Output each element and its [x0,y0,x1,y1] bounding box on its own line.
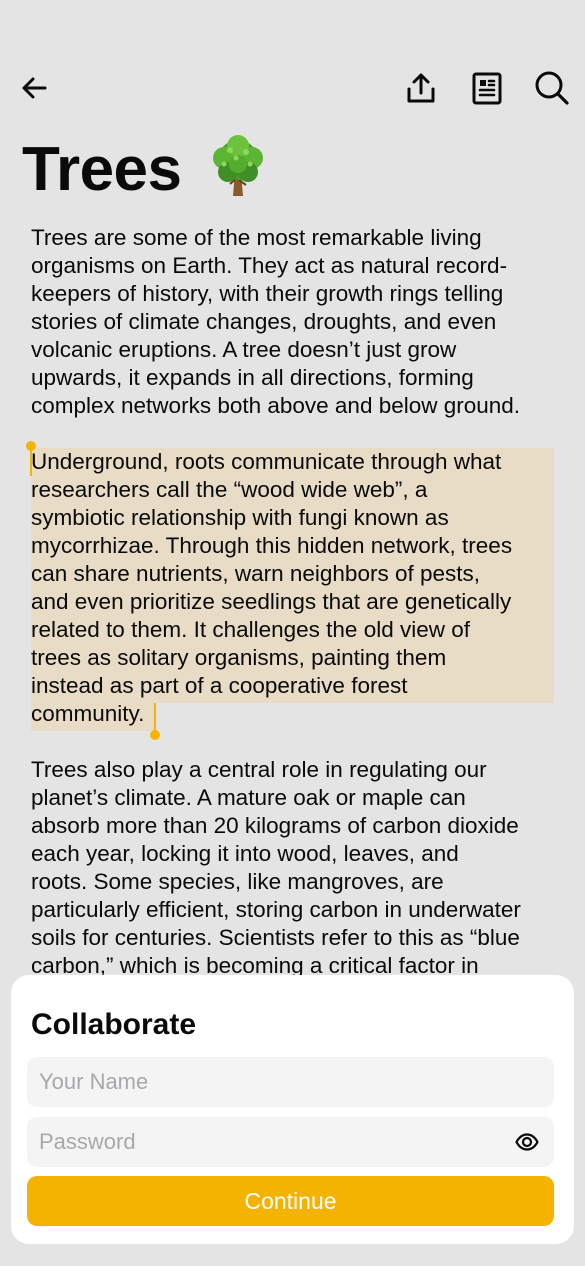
continue-button[interactable]: Continue [27,1176,554,1226]
notes-screen: Trees Trees are some of the most remarka… [0,0,585,1266]
top-toolbar [0,66,585,110]
search-icon [535,71,569,105]
back-arrow-icon [22,77,47,99]
selection-end-handle[interactable] [150,730,160,740]
password-field[interactable] [27,1117,554,1167]
tree-emoji-icon [213,135,263,196]
reader-button[interactable] [465,66,509,110]
collaborate-title: Collaborate [31,1008,197,1041]
back-button[interactable] [12,66,56,110]
note-title: Trees [22,135,182,204]
reader-icon [472,72,502,105]
share-icon [407,73,435,103]
share-button[interactable] [399,66,443,110]
eye-icon [515,1133,539,1151]
name-field[interactable] [27,1057,554,1107]
selection-end-caret [154,703,156,733]
paragraph-2-selected[interactable]: Underground, roots communicate through w… [31,448,561,728]
show-password-button[interactable] [514,1129,540,1155]
collaborate-sheet: Collaborate Continue [11,975,574,1244]
password-input[interactable] [39,1117,499,1167]
name-input[interactable] [39,1057,499,1107]
paragraph-1[interactable]: Trees are some of the most remarkable li… [31,224,561,420]
search-button[interactable] [530,66,574,110]
paragraph-3[interactable]: Trees also play a central role in regula… [31,756,561,980]
selection-start-caret [30,448,32,476]
